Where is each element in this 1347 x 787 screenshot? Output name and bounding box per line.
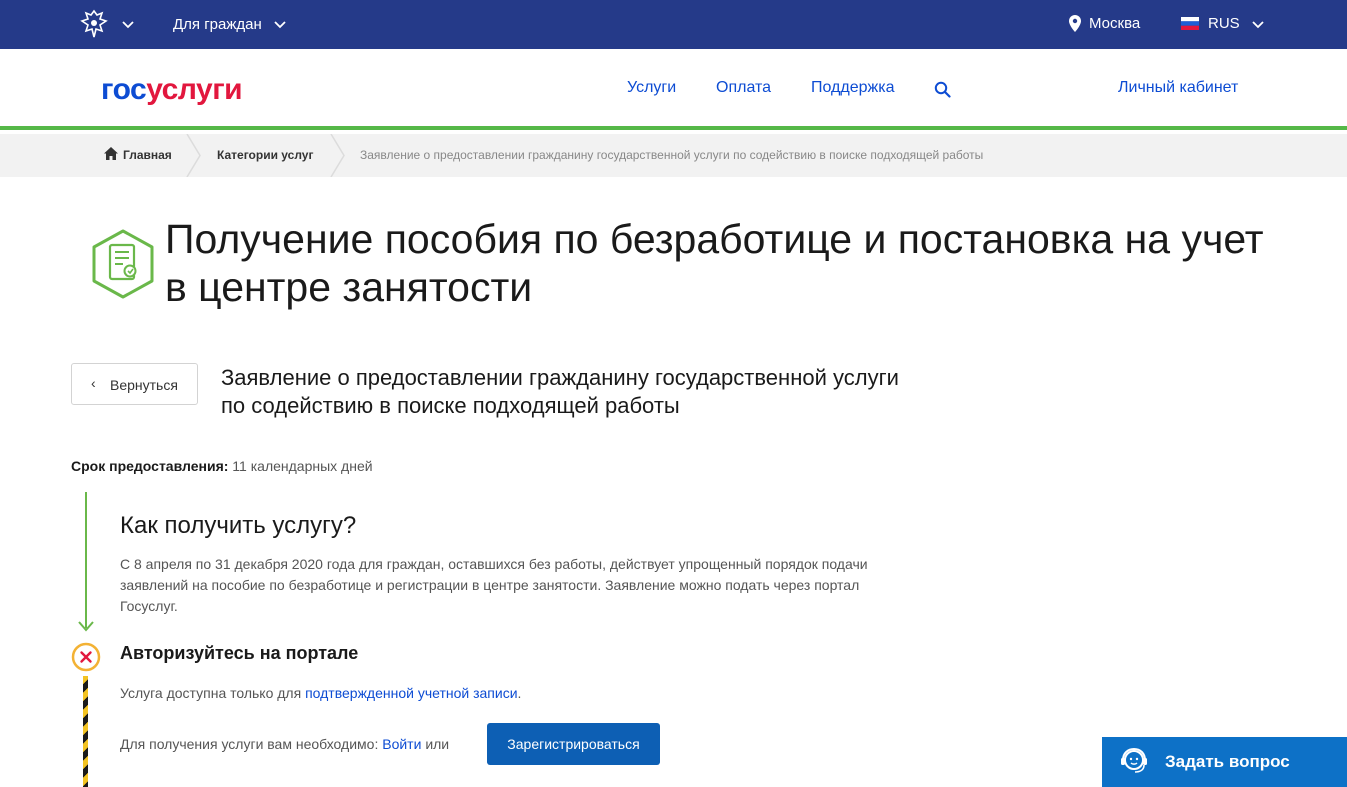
- availability-note: Услуга доступна только для подтвержденно…: [120, 685, 521, 701]
- verified-account-link[interactable]: подтвержденной учетной записи: [305, 685, 517, 701]
- chevron-down-icon[interactable]: [274, 21, 286, 29]
- top-bar: Для граждан Москва RUS: [0, 0, 1347, 49]
- location-pin-icon: [1069, 15, 1081, 32]
- availability-text: Услуга доступна только для: [120, 685, 302, 701]
- chevron-down-icon[interactable]: [122, 21, 134, 29]
- register-button[interactable]: Зарегистрироваться: [487, 723, 660, 765]
- coat-of-arms-icon[interactable]: [80, 9, 108, 39]
- city-selector[interactable]: Москва: [1089, 15, 1140, 32]
- russian-flag-icon: [1181, 17, 1199, 30]
- home-icon: [104, 147, 118, 160]
- citizens-menu[interactable]: Для граждан: [173, 16, 262, 33]
- or-text: или: [425, 736, 450, 752]
- language-selector[interactable]: RUS: [1208, 15, 1240, 32]
- breadcrumb: Главная Категории услуг Заявление о пред…: [0, 134, 1347, 177]
- logo-part-uslugi: услуги: [146, 73, 243, 106]
- page-title: Получение пособия по безработице и поста…: [165, 216, 1264, 310]
- close-circle-icon: [71, 642, 101, 672]
- ask-question-label: Задать вопрос: [1165, 752, 1290, 771]
- breadcrumb-separator: [330, 134, 345, 177]
- breadcrumb-home[interactable]: Главная: [123, 148, 172, 162]
- back-button-label: Вернуться: [110, 377, 178, 393]
- term-label: Срок предоставления:: [71, 458, 229, 474]
- support-agent-icon: [1121, 747, 1147, 773]
- arrow-down-icon: [78, 621, 94, 632]
- requirement-note: Для получения услуги вам необходимо: Вой…: [120, 736, 449, 752]
- breadcrumb-current: Заявление о предоставлении гражданину го…: [360, 148, 984, 162]
- availability-period: .: [517, 685, 522, 701]
- login-link[interactable]: Войти: [382, 736, 421, 752]
- how-to-get-heading: Как получить услугу?: [120, 512, 357, 539]
- warning-stripe: [83, 676, 88, 787]
- term-info: Срок предоставления: 11 календарных дней: [71, 458, 373, 474]
- main-header: госуслуги Услуги Оплата Поддержка Личный…: [0, 49, 1347, 130]
- breadcrumb-separator: [186, 134, 201, 177]
- chevron-down-icon[interactable]: [1252, 21, 1264, 29]
- auth-heading: Авторизуйтесь на портале: [120, 643, 359, 663]
- back-button[interactable]: ‹ Вернуться: [71, 363, 198, 405]
- gosuslugi-logo[interactable]: госуслуги: [101, 73, 243, 107]
- term-value: 11 календарных дней: [232, 458, 373, 474]
- requirement-text: Для получения услуги вам необходимо:: [120, 736, 379, 752]
- personal-cabinet-link[interactable]: Личный кабинет: [1118, 79, 1238, 97]
- nav-support[interactable]: Поддержка: [811, 79, 894, 97]
- how-to-get-text: С 8 апреля по 31 декабря 2020 года для г…: [120, 556, 868, 614]
- document-service-icon: [92, 229, 154, 299]
- nav-payment[interactable]: Оплата: [716, 79, 771, 97]
- ask-question-button[interactable]: Задать вопрос: [1102, 737, 1347, 787]
- search-icon[interactable]: [934, 81, 951, 98]
- service-subtitle: Заявление о предоставлении гражданину го…: [221, 365, 899, 418]
- chevron-left-icon: ‹: [91, 375, 96, 391]
- logo-part-gos: гос: [101, 73, 147, 106]
- progress-line: [85, 492, 87, 628]
- breadcrumb-categories[interactable]: Категории услуг: [217, 148, 313, 162]
- nav-services[interactable]: Услуги: [627, 79, 676, 97]
